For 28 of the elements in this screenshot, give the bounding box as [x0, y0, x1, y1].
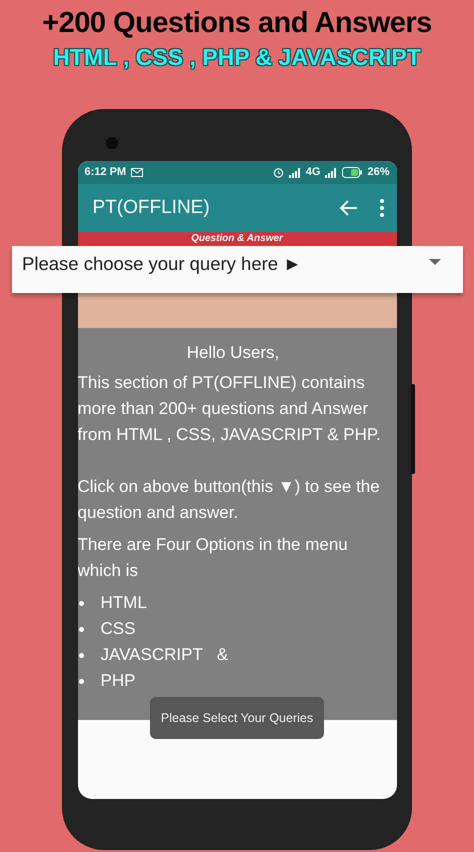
greeting-text: Hello Users,: [186, 342, 280, 364]
list-item: CSS: [100, 618, 136, 640]
info-paragraph: There are Four Options in the menu which is: [78, 534, 349, 582]
query-dropdown[interactable]: Please choose your query here ►: [12, 246, 463, 293]
section-banner: Question & Answer: [78, 232, 396, 247]
network-type: 4G: [306, 165, 320, 180]
alarm-icon: [272, 167, 284, 178]
camera-icon: [106, 137, 118, 149]
signal-icon: [325, 168, 338, 178]
battery-icon: [342, 167, 362, 178]
signal-icon: [288, 168, 301, 178]
list-item: PHP: [100, 670, 136, 692]
info-paragraph: Click on above button(this ▼) to see the question and answer.: [78, 476, 381, 524]
info-paragraph: This section of PT(OFFLINE) contains more than 200+ questions and Answer from HTML , CSS, JAVASCRIPT & PHP.: [78, 372, 382, 446]
bullet-icon: [78, 626, 84, 632]
app-title: PT(OFFLINE): [92, 196, 211, 220]
bullet-icon: [78, 652, 84, 658]
battery-percent: 26%: [367, 165, 390, 180]
promo-title: +200 Questions and Answers: [42, 6, 432, 41]
status-time: 6:12 PM: [84, 165, 126, 180]
mail-icon: [131, 168, 144, 177]
bullet-icon: [78, 600, 84, 606]
dropdown-arrow-icon: [429, 259, 441, 265]
promo-subtitle: HTML , CSS , PHP & JAVASCRIPT: [53, 43, 421, 72]
list-item: JAVASCRIPT &: [100, 644, 228, 666]
bullet-icon: [78, 678, 84, 684]
list-item: HTML: [100, 592, 147, 614]
toast-message: Please Select Your Queries: [150, 697, 324, 739]
